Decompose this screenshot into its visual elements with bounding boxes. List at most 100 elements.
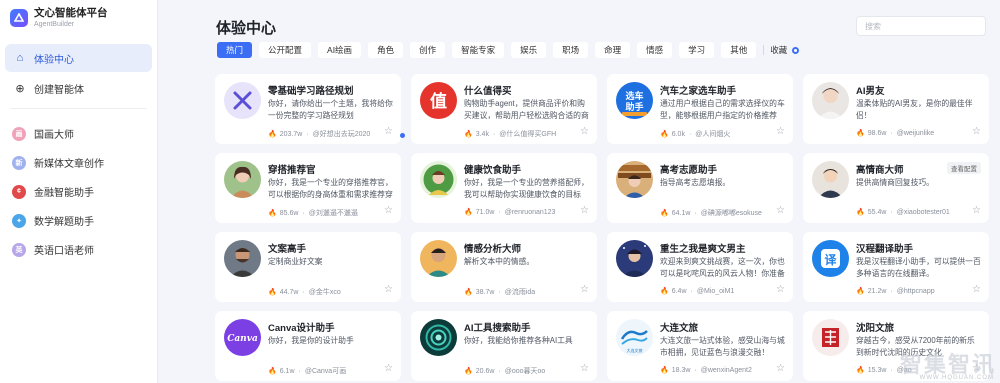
favorite-star-icon[interactable]: ☆ — [776, 205, 785, 216]
agent-card-meta: 🔥 6.0k · @人间烟火 — [660, 129, 730, 139]
view-config-button[interactable]: 查看配置 — [947, 162, 981, 174]
tab-category[interactable]: 热门 — [217, 42, 253, 58]
favorite-star-icon[interactable]: ☆ — [384, 284, 393, 295]
heat-icon: 🔥 — [268, 289, 277, 296]
tab-favorites[interactable]: 收藏 — [770, 44, 800, 56]
sidebar-agent-item[interactable]: 新新媒体文章创作 — [0, 148, 157, 177]
spiral-logo-icon — [420, 319, 457, 356]
agent-card-description: 你好，请你给出一个主题，我将给你一份完整的学习路径规划 — [268, 99, 393, 120]
agent-card-author: @碘源嘟嘟esokuse — [700, 210, 762, 217]
favorite-star-icon[interactable]: ☆ — [972, 126, 981, 137]
meta-separator: · — [498, 288, 501, 296]
favorite-star-icon[interactable]: ☆ — [776, 363, 785, 374]
agent-card[interactable]: AI工具搜索助手 你好，我能给你推荐各种AI工具 🔥 20.6w · @ooo暮天oo ☆ — [411, 311, 597, 381]
meta-separator: · — [890, 366, 893, 374]
main-content: 体验中心 热门公开配置 AI绘画角色创作智能专家娱乐职场命理情感学习其他 收藏 零基… — [158, 0, 1000, 383]
agent-card-heat: 6.4w — [671, 287, 687, 295]
agent-badge-icon: 英 — [12, 242, 26, 257]
nav-item-experience-center[interactable]: ⌂ 体验中心 — [5, 44, 152, 72]
svg-text:选车: 选车 — [625, 90, 643, 102]
tab-category[interactable]: 娱乐 — [511, 42, 547, 58]
agent-card-meta: 🔥 64.1w · @碘源嘟嘟esokuse — [660, 208, 762, 218]
agent-card-heat: 15.3w — [867, 366, 887, 374]
sidebar-agent-item[interactable]: 英英语口语老师 — [0, 235, 157, 264]
agent-card[interactable]: 穿搭推荐官你好，我是一个专业的穿搭推荐官，可以根据你的身高体重和需求推荐穿搭 🔥8… — [215, 153, 401, 223]
agent-card[interactable]: Canva Canva设计助手 你好，我是你的设计助手 🔥 6.1w · @Canva可画 ☆ — [215, 311, 401, 381]
heat-icon: 🔥 — [660, 210, 669, 217]
agent-card-meta: 🔥 71.0w · @renruonan123 — [464, 208, 556, 217]
meta-separator: · — [890, 208, 893, 216]
heat-icon: 🔥 — [856, 130, 865, 137]
favorite-star-icon[interactable]: ☆ — [384, 126, 393, 137]
agent-card-name: 穿搭推荐官 — [268, 165, 316, 176]
agent-card[interactable]: AI男友 温柔体贴的AI男友，是你的最佳伴侣！ 🔥 98.6w · @weijunlike… — [803, 74, 989, 144]
agent-card-author: @Canva可画 — [304, 368, 347, 375]
scroll-indicator — [400, 133, 405, 138]
agent-card-author: @Mio_oiM1 — [696, 287, 735, 295]
agent-card-meta: 🔥 6.4w · @Mio_oiM1 — [660, 287, 735, 296]
favorite-star-icon[interactable]: ☆ — [384, 363, 393, 374]
sidebar-agent-item[interactable]: 画国画大师 — [0, 119, 157, 148]
agent-card[interactable]: 译 汉程翻译助手 我是汉程翻译小助手，可以提供一百多种语言的在线翻译。 🔥 21.2w ·… — [803, 232, 989, 302]
favorite-star-icon[interactable]: ☆ — [580, 284, 589, 295]
agent-card-name: AI工具搜索助手 — [464, 323, 531, 334]
heat-icon: 🔥 — [856, 209, 865, 216]
tab-category[interactable]: 其他 — [721, 42, 757, 58]
agent-card-meta: 🔥 203.7w · @好想出去玩2020 — [268, 129, 370, 139]
heat-icon: 🔥 — [856, 288, 865, 295]
favorite-star-icon[interactable]: ☆ — [580, 205, 589, 216]
agent-card-description: 欢迎来到爽文挑战赛，这一次，你也可以是叱咤风云的风云人物！你准备好了吗 — [660, 257, 785, 278]
tab-category[interactable]: 智能专家 — [452, 42, 505, 58]
agent-card[interactable]: 值 什么值得买 购物助手agent，提供商品评价和购买建议，帮助用户轻松选购合适的商… — [411, 74, 597, 144]
agent-card-name: 重生之我是爽文男主 — [660, 244, 746, 255]
tab-category[interactable]: 情感 — [637, 42, 673, 58]
recent-agents-list: 画国画大师新新媒体文章创作 ¢ 金融智能助手 ✦ 数学解题助手英英语口语老师 — [0, 119, 157, 264]
favorite-star-icon[interactable]: ☆ — [972, 205, 981, 216]
nav-item-create-agent[interactable]: ⊕ 创建智能体 — [5, 74, 152, 102]
agent-card-author: @金牛xco — [308, 289, 341, 296]
favorite-star-icon[interactable]: ☆ — [384, 205, 393, 216]
agent-card[interactable]: 重生之我是爽文男主欢迎来到爽文挑战赛，这一次，你也可以是叱咤风云的风云人物！你准… — [607, 232, 793, 302]
agent-badge-icon: ✦ — [12, 213, 26, 228]
meta-separator: · — [298, 367, 301, 375]
car-helper-logo-icon: 选车 助手 — [616, 82, 653, 119]
sidebar-agent-item[interactable]: ¢ 金融智能助手 — [0, 177, 157, 206]
agent-card-heat: 38.7w — [475, 288, 495, 296]
favorite-star-icon[interactable]: ☆ — [580, 126, 589, 137]
tab-category[interactable]: 角色 — [368, 42, 404, 58]
tab-category[interactable]: 公开配置 — [259, 42, 312, 58]
tab-category[interactable]: 创作 — [410, 42, 446, 58]
agent-card[interactable]: 零基础学习路径规划 你好，请你给出一个主题，我将给你一份完整的学习路径规划 🔥 203… — [215, 74, 401, 144]
boy-portrait-icon — [812, 82, 849, 119]
agent-card[interactable]: 大连文旅 大连文旅 大连文旅一站式体验，感受山海与城市相拥，见证蓝色与浪漫交融！ 🔥 1… — [607, 311, 793, 381]
favorite-star-icon[interactable]: ☆ — [580, 363, 589, 374]
agent-badge-icon: 新 — [12, 155, 26, 170]
agent-card[interactable]: 高情商大师 提供高情商回复技巧。 🔥 55.4w · @xiaobotester01 ☆ 查看… — [803, 153, 989, 223]
search-input[interactable] — [856, 16, 986, 36]
agent-card-name: Canva设计助手 — [268, 323, 335, 334]
tab-category[interactable]: AI绘画 — [318, 42, 362, 58]
favorite-star-icon[interactable]: ☆ — [776, 284, 785, 295]
tab-category[interactable]: 学习 — [679, 42, 715, 58]
agent-card-heat: 6.0k — [671, 130, 685, 138]
agent-card-author: @wenxinAgent2 — [700, 366, 752, 374]
agent-card[interactable]: 高考志愿助手 指导高考志愿填报。 🔥 64.1w · @碘源嘟嘟esokuse ☆ — [607, 153, 793, 223]
favorite-star-icon[interactable]: ☆ — [972, 284, 981, 295]
agent-card-name: 高考志愿助手 — [660, 165, 718, 176]
tab-category[interactable]: 命理 — [595, 42, 631, 58]
agent-card-meta: 🔥 21.2w · @httpcnapp — [856, 287, 935, 296]
brand-logo[interactable]: 文心智能体平台 AgentBuilder — [0, 0, 157, 36]
agent-card-description: 你好，我是一个专业的营养搭配师，我可以帮助你实现健康饮食的目标 — [464, 178, 589, 199]
agent-card[interactable]: 文案高手 定制商业好文案 🔥 44.7w · @金牛xco ☆ — [215, 232, 401, 302]
agent-card-meta: 🔥 55.4w · @xiaobotester01 — [856, 208, 950, 217]
tab-category[interactable]: 职场 — [553, 42, 589, 58]
agent-card[interactable]: 选车 助手 汽车之家选车助手 通过用户根据自己的需求选择仪的车型，能够根据用户指定的价… — [607, 74, 793, 144]
agent-card-author: @renruonan123 — [504, 208, 556, 216]
agent-card-name: 文案高手 — [268, 244, 307, 255]
favorite-star-icon[interactable]: ☆ — [776, 126, 785, 137]
sidebar-agent-item[interactable]: ✦ 数学解题助手 — [0, 206, 157, 235]
agent-card[interactable]: 情感分析大师 解析文本中的情感。 🔥 38.7w · @流雨ida ☆ — [411, 232, 597, 302]
tab-divider — [763, 45, 765, 55]
brand-subtitle: AgentBuilder — [34, 20, 75, 28]
agent-card[interactable]: 健康饮食助手 你好，我是一个专业的营养搭配师，我可以帮助你实现健康饮食的目标 🔥 71… — [411, 153, 597, 223]
